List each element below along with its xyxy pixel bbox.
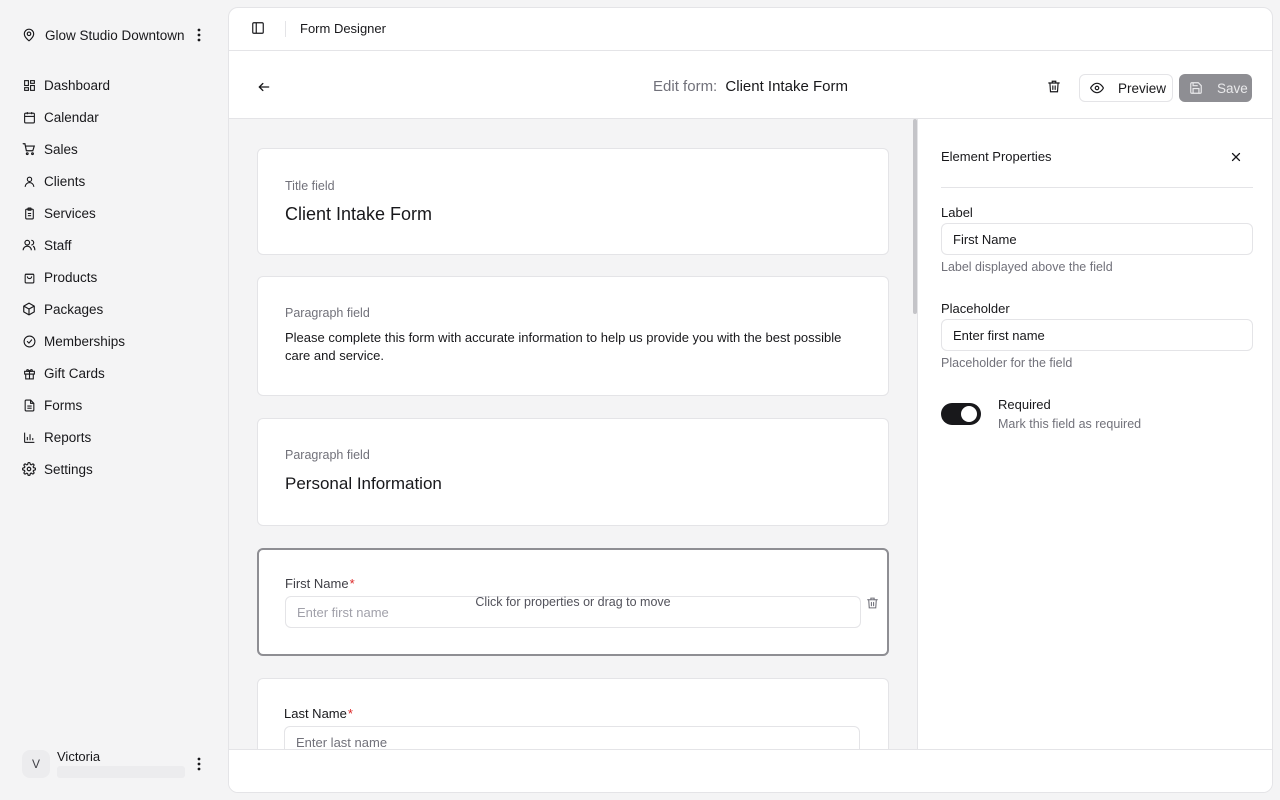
properties-divider — [941, 187, 1253, 188]
sidebar-item-memberships[interactable]: Memberships — [14, 325, 214, 357]
sidebar-item-label: Services — [44, 205, 96, 221]
properties-title: Element Properties — [941, 149, 1052, 164]
sidebar-item-label: Gift Cards — [44, 365, 105, 381]
users-icon — [22, 238, 36, 252]
label-field-title: Label — [941, 205, 973, 220]
required-asterisk: * — [349, 576, 355, 591]
edit-form-name: Client Intake Form — [725, 78, 848, 95]
sidebar-item-packages[interactable]: Packages — [14, 293, 214, 325]
bag-icon — [22, 270, 36, 284]
sidebar-item-label: Staff — [44, 237, 72, 253]
delete-field-trash-icon[interactable] — [866, 596, 880, 610]
sidebar-item-clients[interactable]: Clients — [14, 165, 214, 197]
sidebar-item-label: Reports — [44, 429, 92, 445]
workspace-more-icon[interactable] — [192, 26, 206, 44]
user-menu[interactable]: V Victoria — [14, 744, 214, 784]
cart-icon — [22, 142, 36, 156]
sidebar-item-dashboard[interactable]: Dashboard — [14, 69, 214, 101]
delete-form-trash-icon[interactable] — [1047, 79, 1063, 95]
sidebar-item-label: Memberships — [44, 333, 126, 349]
form-canvas[interactable]: Title field Client Intake Form Paragraph… — [229, 119, 917, 749]
calendar-icon — [22, 110, 36, 124]
sidebar-item-staff[interactable]: Staff — [14, 229, 214, 261]
element-properties-panel: Element Properties Label First Name Labe… — [917, 119, 1272, 749]
sidebar: Glow Studio Downtown Dashboard Calendar … — [0, 0, 227, 800]
dashboard-icon — [22, 78, 36, 92]
save-button[interactable]: Save — [1179, 74, 1252, 102]
sidebar-item-label: Clients — [44, 173, 86, 189]
first-name-label: First Name* — [285, 576, 355, 591]
avatar: V — [22, 750, 50, 778]
sidebar-item-calendar[interactable]: Calendar — [14, 101, 214, 133]
sidebar-item-sales[interactable]: Sales — [14, 133, 214, 165]
sidebar-item-label: Sales — [44, 141, 78, 157]
main-panel: Form Designer Edit form: Client Intake F… — [228, 7, 1273, 793]
preview-label: Preview — [1118, 80, 1167, 96]
sidebar-item-label: Dashboard — [44, 77, 111, 93]
toggle-knob — [961, 406, 977, 422]
sidebar-item-forms[interactable]: Forms — [14, 389, 214, 421]
required-toggle[interactable] — [941, 403, 981, 425]
placeholder-input[interactable]: Enter first name — [941, 319, 1253, 351]
save-label: Save — [1217, 80, 1248, 96]
user-more-icon[interactable] — [192, 755, 206, 773]
label-help-text: Label displayed above the field — [941, 260, 1113, 274]
user-icon — [22, 174, 36, 188]
workspace-switcher[interactable]: Glow Studio Downtown — [14, 20, 214, 50]
paragraph-field-card[interactable]: Paragraph field Please complete this for… — [257, 276, 889, 396]
sidebar-item-reports[interactable]: Reports — [14, 421, 214, 453]
section-heading-text: Personal Information — [285, 474, 442, 493]
section-field-card[interactable]: Paragraph field Personal Information — [257, 418, 889, 526]
sidebar-item-label: Products — [44, 269, 98, 285]
file-icon — [22, 398, 36, 412]
workspace-name: Glow Studio Downtown — [45, 27, 185, 43]
last-name-field-card[interactable]: Last Name* Enter last name — [257, 678, 889, 749]
bottom-bar — [229, 749, 1272, 792]
drag-hint: Click for properties or drag to move — [475, 595, 671, 609]
sidebar-item-services[interactable]: Services — [14, 197, 214, 229]
save-floppy-icon — [1189, 81, 1203, 95]
sidebar-item-label: Settings — [44, 461, 93, 477]
sidebar-item-products[interactable]: Products — [14, 261, 214, 293]
first-name-field-card[interactable]: First Name* Enter first name Click for p… — [257, 548, 889, 656]
placeholder-help-text: Placeholder for the field — [941, 356, 1073, 370]
gear-icon — [22, 462, 36, 476]
map-pin-icon — [22, 28, 36, 42]
last-name-input-preview: Enter last name — [284, 726, 860, 749]
user-name: Victoria — [57, 749, 101, 764]
paragraph-text: Please complete this form with accurate … — [285, 330, 842, 363]
sidebar-item-gift-cards[interactable]: Gift Cards — [14, 357, 214, 389]
field-type-label: Paragraph field — [285, 306, 370, 320]
close-icon[interactable] — [1230, 150, 1244, 164]
sidebar-item-label: Packages — [44, 301, 104, 317]
sidebar-item-label: Calendar — [44, 109, 99, 125]
top-bar: Form Designer — [229, 8, 1272, 51]
sidebar-toggle-icon[interactable] — [251, 21, 265, 35]
gift-icon — [22, 366, 36, 380]
field-type-label: Title field — [285, 179, 335, 193]
sidebar-nav: Dashboard Calendar Sales Clients Service… — [14, 69, 214, 485]
eye-icon — [1090, 81, 1104, 95]
package-icon — [22, 302, 36, 316]
label-input[interactable]: First Name — [941, 223, 1253, 255]
field-type-label: Paragraph field — [285, 448, 370, 462]
required-title: Required — [998, 397, 1051, 412]
preview-button[interactable]: Preview — [1079, 74, 1173, 102]
user-email-placeholder — [57, 766, 185, 778]
topbar-divider — [285, 21, 286, 37]
sidebar-item-label: Forms — [44, 397, 83, 413]
sidebar-item-settings[interactable]: Settings — [14, 453, 214, 485]
badge-check-icon — [22, 334, 36, 348]
title-field-card[interactable]: Title field Client Intake Form — [257, 148, 889, 255]
edit-form-prefix: Edit form: — [653, 78, 718, 95]
last-name-label: Last Name* — [284, 706, 353, 721]
form-title-text: Client Intake Form — [285, 204, 433, 224]
bar-chart-icon — [22, 430, 36, 444]
clipboard-icon — [22, 206, 36, 220]
required-asterisk: * — [347, 706, 353, 721]
page-title: Form Designer — [300, 21, 386, 36]
form-header: Edit form: Client Intake Form Preview Sa… — [229, 51, 1272, 119]
required-description: Mark this field as required — [998, 417, 1142, 431]
placeholder-field-title: Placeholder — [941, 301, 1010, 316]
